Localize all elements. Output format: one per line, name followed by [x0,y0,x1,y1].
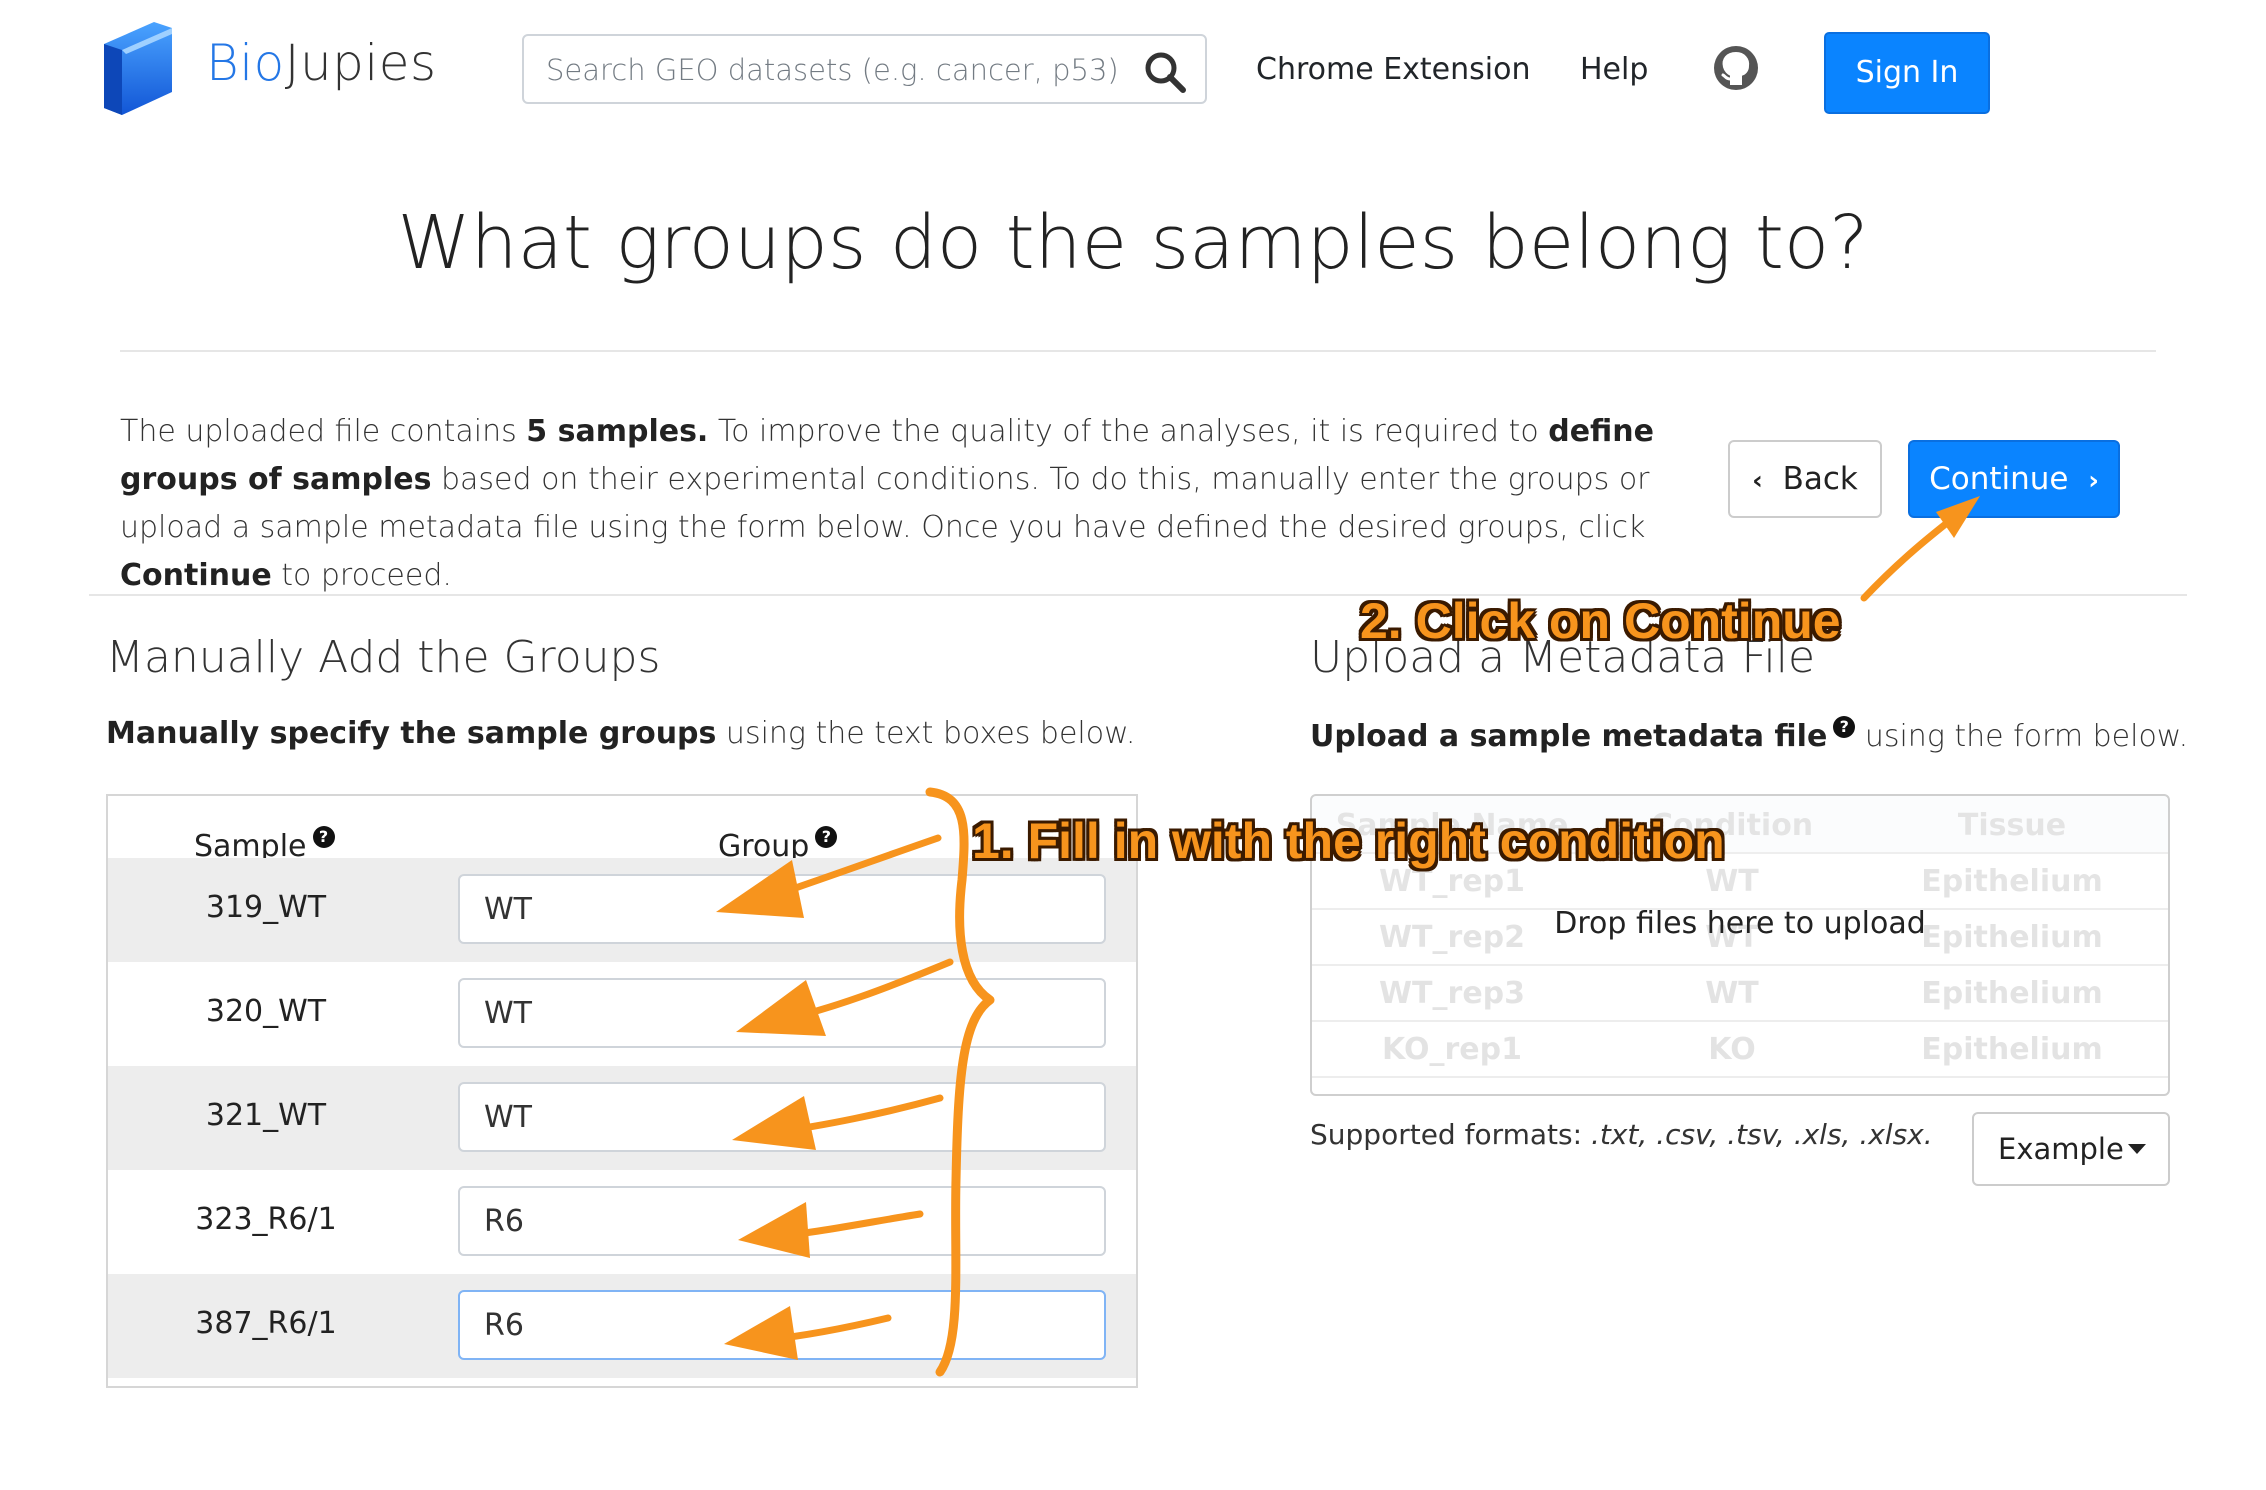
group-input[interactable] [458,1082,1106,1152]
continue-button-label: Continue [1929,461,2069,497]
preview-cell: WT_rep3 [1378,976,1526,1011]
supported-formats-list: .txt, .csv, .tsv, .xls, .xlsx. [1590,1118,1933,1151]
nav-chrome-extension[interactable]: Chrome Extension [1256,52,1530,87]
sample-name: 387_R6/1 [195,1306,337,1341]
help-icon[interactable]: ? [312,826,335,848]
nav-help[interactable]: Help [1580,52,1648,87]
help-icon[interactable]: ? [1833,716,1856,738]
drop-files-text: Drop files here to upload [1554,906,1926,941]
annotation-step-2: 2. Click on Continue [1360,593,1841,649]
preview-cell: KO [1708,1032,1756,1067]
preview-cell: Tissue [1957,808,2067,843]
search-input[interactable] [544,36,1138,104]
preview-cell: WT [1705,976,1759,1011]
brand-part-bio: Bio [206,34,285,92]
chevron-right-icon: › [2088,466,2099,496]
supported-formats: Supported formats: .txt, .csv, .tsv, .xl… [1310,1118,1933,1151]
preview-cell: Epithelium [1921,1032,2103,1067]
sample-name: 323_R6/1 [195,1202,337,1237]
preview-cell: Epithelium [1921,864,2103,899]
intro-text: The uploaded file contains 5 samples. To… [120,408,1670,600]
sample-name: 320_WT [205,994,327,1029]
back-button[interactable]: ‹ Back [1728,440,1882,518]
manual-groups-subtitle: Manually specify the sample groups using… [106,716,1135,751]
back-button-label: Back [1782,461,1858,497]
upload-metadata-subtitle: Upload a sample metadata file? using the… [1310,716,2188,754]
sample-name: 319_WT [205,890,327,925]
table-row: 320_WT [108,962,1136,1066]
caret-down-icon [2128,1144,2146,1154]
brand-name[interactable]: BioJupies [206,34,437,92]
manual-groups-subtitle-bold: Manually specify the sample groups [106,716,717,751]
divider [120,350,2156,352]
table-row: 387_R6/1 [108,1274,1136,1378]
preview-cell: KO_rep1 [1382,1032,1522,1067]
upload-metadata-subtitle-bold: Upload a sample metadata file [1310,719,1828,754]
arrow-continue-icon [1860,504,1970,602]
upload-metadata-subtitle-rest: using the form below. [1855,719,2189,754]
group-input[interactable] [458,978,1106,1048]
intro-sample-count: 5 samples. [526,414,709,449]
manual-groups-subtitle-rest: using the text boxes below. [716,716,1136,751]
chevron-left-icon: ‹ [1752,466,1763,496]
divider [89,594,2187,596]
help-icon[interactable]: ? [815,826,838,848]
continue-button[interactable]: Continue › [1908,440,2120,518]
logo-book-icon[interactable] [104,20,174,115]
preview-row: KO_rep1 KO Epithelium [1312,1020,2168,1078]
preview-row: WT_rep3 WT Epithelium [1312,964,2168,1022]
search-box [522,34,1207,104]
sample-groups-table: Sample? Group? 319_WT 320_WT 321_WT 323_… [106,794,1138,1388]
table-row: 319_WT [108,858,1136,962]
table-row: 323_R6/1 [108,1170,1136,1274]
supported-formats-label: Supported formats: [1310,1118,1591,1151]
github-icon[interactable] [1712,44,1760,92]
group-input[interactable] [458,874,1106,944]
search-icon[interactable] [1143,50,1187,94]
manual-groups-heading: Manually Add the Groups [106,632,661,683]
group-input[interactable] [458,1290,1106,1360]
sign-in-button[interactable]: Sign In [1824,32,1990,114]
intro-text-part: to proceed. [271,558,452,593]
sample-name: 321_WT [205,1098,327,1133]
example-dropdown[interactable]: Example [1972,1112,2170,1186]
preview-cell: Epithelium [1921,976,2103,1011]
intro-text-part: The uploaded file contains [120,414,527,449]
brand-part-jupies: Jupies [284,34,437,92]
annotation-step-1: 1. Fill in with the right condition [972,813,1725,869]
page-title: What groups do the samples belong to? [397,200,1869,286]
example-dropdown-label: Example [1998,1132,2124,1166]
intro-continue-word: Continue [120,558,272,593]
table-row: 321_WT [108,1066,1136,1170]
group-input[interactable] [458,1186,1106,1256]
intro-text-part: To improve the quality of the analyses, … [708,414,1549,449]
